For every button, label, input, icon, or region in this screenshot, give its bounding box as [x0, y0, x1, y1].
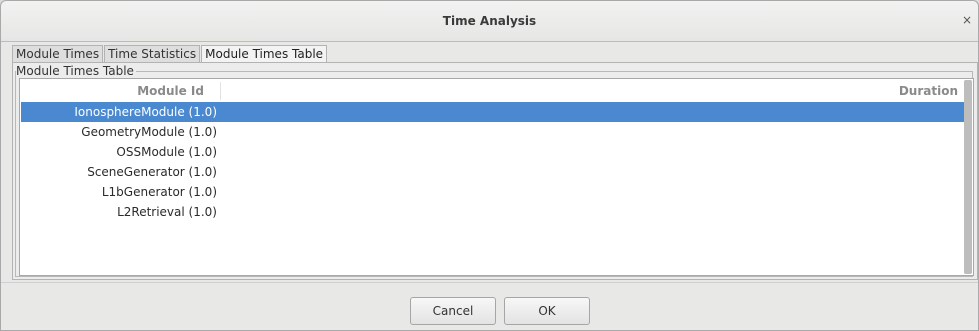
- table-row[interactable]: L1bGenerator (1.0): [21, 182, 964, 202]
- ok-button[interactable]: OK: [504, 297, 590, 325]
- table-row[interactable]: GeometryModule (1.0): [21, 122, 964, 142]
- tab-time-statistics[interactable]: Time Statistics: [104, 45, 201, 62]
- window-title: Time Analysis: [442, 14, 537, 28]
- tab-module-times[interactable]: Module Times: [12, 45, 104, 62]
- tab-panel: Module Times Table Module Id Duration Io…: [12, 62, 978, 280]
- table-body: IonosphereModule (1.0) GeometryModule (1…: [21, 102, 964, 222]
- time-analysis-dialog: Time Analysis × Module Times Time Statis…: [0, 0, 979, 331]
- table-row[interactable]: OSSModule (1.0): [21, 142, 964, 162]
- column-header-label: Module Id: [137, 84, 204, 98]
- close-icon[interactable]: ×: [960, 13, 974, 27]
- tab-module-times-table[interactable]: Module Times Table: [201, 45, 328, 63]
- module-id-cell: IonosphereModule (1.0): [74, 105, 217, 119]
- module-id-cell: SceneGenerator (1.0): [87, 165, 217, 179]
- cancel-button[interactable]: Cancel: [410, 297, 496, 325]
- column-header-duration[interactable]: Duration: [899, 82, 958, 100]
- table-row[interactable]: SceneGenerator (1.0): [21, 162, 964, 182]
- tab-bar: Module Times Time Statistics Module Time…: [12, 45, 328, 63]
- title-bar: Time Analysis ×: [1, 1, 978, 42]
- group-box-title: Module Times Table: [16, 64, 136, 78]
- module-id-cell: L2Retrieval (1.0): [117, 205, 217, 219]
- scrollbar-thumb[interactable]: [964, 80, 972, 274]
- module-id-cell: L1bGenerator (1.0): [101, 185, 217, 199]
- footer-separator: [1, 282, 978, 283]
- module-times-table: Module Id Duration IonosphereModule (1.0…: [19, 78, 974, 276]
- table-row[interactable]: L2Retrieval (1.0): [21, 202, 964, 222]
- module-id-cell: GeometryModule (1.0): [81, 125, 217, 139]
- vertical-scrollbar[interactable]: [964, 80, 972, 274]
- table-header: Module Id Duration: [21, 82, 964, 100]
- column-header-module-id[interactable]: Module Id: [21, 82, 221, 100]
- module-id-cell: OSSModule (1.0): [116, 145, 217, 159]
- table-row[interactable]: IonosphereModule (1.0): [21, 102, 964, 122]
